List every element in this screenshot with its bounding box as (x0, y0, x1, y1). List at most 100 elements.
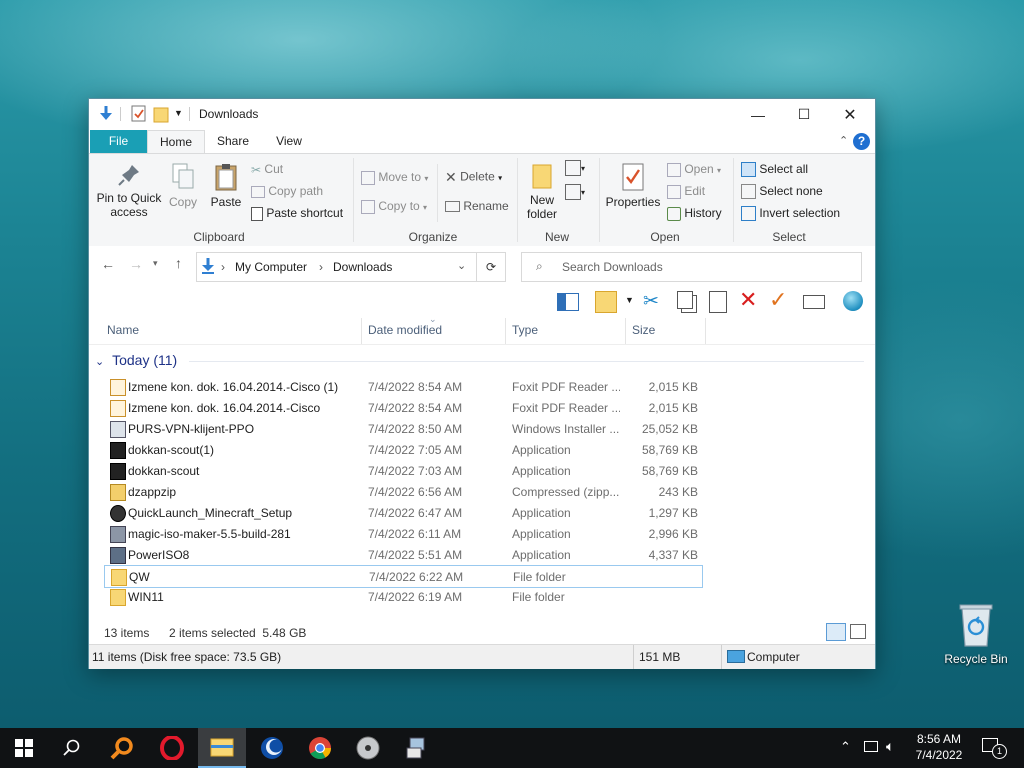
search-box[interactable]: ⌕ Search Downloads (521, 252, 862, 282)
rename-button[interactable]: Rename (445, 199, 509, 213)
paste-toolbar-icon[interactable] (709, 291, 727, 313)
address-bar[interactable]: › My Computer › Downloads ⌄ (196, 252, 477, 282)
group-header-today[interactable]: ⌄ Today (11) (95, 352, 177, 368)
action-center-button[interactable]: 1 (982, 738, 1007, 759)
taskbar-opera[interactable] (148, 728, 196, 768)
breadcrumb-my-computer[interactable]: My Computer (235, 260, 307, 274)
select-none-button[interactable]: Select none (741, 184, 823, 200)
taskbar-chrome[interactable] (296, 728, 344, 768)
copy-to-button[interactable]: Copy to ▾ (361, 199, 427, 214)
copy-toolbar-icon[interactable] (677, 291, 693, 309)
edit-button[interactable]: Edit (667, 184, 705, 199)
file-row[interactable]: QuickLaunch_Minecraft_Setup 7/4/2022 6:4… (104, 502, 701, 523)
copy-button[interactable]: Copy (167, 162, 199, 209)
file-row[interactable]: WIN11 7/4/2022 6:19 AM File folder (104, 586, 701, 607)
file-row[interactable]: magic-iso-maker-5.5-build-281 7/4/2022 6… (104, 523, 701, 544)
file-row[interactable]: dokkan-scout(1) 7/4/2022 7:05 AM Applica… (104, 439, 701, 460)
close-button[interactable]: ✕ (827, 99, 873, 130)
column-separator[interactable] (705, 318, 706, 344)
tab-file[interactable]: File (90, 130, 147, 153)
taskbar-disc-app[interactable] (344, 728, 392, 768)
network-icon[interactable] (864, 741, 878, 752)
history-icon (667, 206, 681, 221)
move-to-button[interactable]: Move to ▾ (361, 170, 428, 185)
paste-shortcut-button[interactable]: Paste shortcut (251, 206, 343, 221)
file-row[interactable]: PowerISO8 7/4/2022 5:51 AM Application 4… (104, 544, 701, 565)
back-button[interactable]: ← (101, 256, 115, 272)
desktop-icon-recycle-bin[interactable]: Recycle Bin (938, 600, 1014, 670)
minimize-button[interactable]: — (735, 99, 781, 130)
pdf-icon (110, 400, 126, 417)
column-type[interactable]: Type (512, 323, 538, 337)
taskbar-app-crescent[interactable] (248, 728, 296, 768)
cut-icon[interactable]: ✂ (643, 290, 659, 313)
file-row[interactable]: PURS-VPN-klijent-PPO 7/4/2022 8:50 AM Wi… (104, 418, 701, 439)
address-history-chevron[interactable]: ⌄ (457, 259, 466, 272)
new-item-button[interactable]: ▾ (565, 160, 585, 176)
installer-app-icon (406, 737, 425, 759)
column-size[interactable]: Size (632, 323, 655, 337)
start-button[interactable] (0, 728, 48, 768)
downloads-arrow-icon (100, 106, 112, 120)
volume-icon[interactable]: 🔈︎ (886, 738, 894, 755)
help-icon[interactable]: ? (853, 133, 870, 150)
tab-home[interactable]: Home (147, 130, 205, 153)
show-hidden-icons-chevron[interactable]: ⌃ (840, 739, 851, 755)
checkmark-icon[interactable]: ✓ (769, 287, 787, 313)
cut-button[interactable]: ✂ Cut (251, 162, 283, 177)
select-all-button[interactable]: Select all (741, 162, 808, 178)
taskbar-search-button[interactable] (48, 728, 96, 768)
view-options-chevron[interactable]: ▼ (625, 295, 634, 305)
file-type: Compressed (zipp... (512, 485, 620, 499)
paste-button[interactable]: Paste (207, 162, 245, 209)
invert-selection-button[interactable]: Invert selection (741, 206, 840, 222)
group-separator (599, 158, 600, 242)
folder-view-icon[interactable] (595, 291, 617, 313)
file-row[interactable]: dokkan-scout 7/4/2022 7:03 AM Applicatio… (104, 460, 701, 481)
properties-qat-icon[interactable] (131, 105, 147, 123)
clock[interactable]: 8:56 AM 7/4/2022 (912, 731, 966, 763)
forward-button[interactable]: → (129, 256, 143, 272)
preview-pane-icon[interactable] (557, 293, 579, 311)
file-row-selected[interactable]: QW 7/4/2022 6:22 AM File folder (104, 565, 703, 588)
delete-button[interactable]: ✕ Delete ▾ (445, 169, 502, 186)
navigation-bar: ← → ▾ ↑ › My Computer › Downloads ⌄ ⟳ ⌕ … (89, 246, 875, 286)
large-icons-view-icon[interactable] (850, 624, 866, 639)
taskbar-magnifier-app[interactable] (98, 728, 146, 768)
column-separator[interactable] (361, 318, 362, 344)
rename-toolbar-icon[interactable] (803, 295, 825, 309)
maximize-button[interactable]: ☐ (781, 99, 827, 130)
properties-button[interactable]: Properties (605, 162, 661, 209)
network-globe-icon[interactable] (843, 291, 863, 311)
pin-to-quick-access-button[interactable]: Pin to Quick access (95, 162, 163, 219)
new-folder-qat-icon[interactable] (153, 105, 169, 123)
history-button[interactable]: History (667, 206, 722, 221)
breadcrumb-downloads[interactable]: Downloads (333, 260, 392, 274)
easy-access-button[interactable]: ▾ (565, 184, 585, 200)
title-bar[interactable]: ▼ Downloads — ☐ ✕ (89, 99, 875, 130)
column-date-modified[interactable]: Date modified (368, 323, 442, 337)
file-row[interactable]: dzappzip 7/4/2022 6:56 AM Compressed (zi… (104, 481, 701, 502)
taskbar-installer-app[interactable] (392, 728, 440, 768)
copy-path-button[interactable]: Copy path (251, 184, 323, 198)
ribbon-collapse-chevron[interactable]: ⌃ (839, 134, 848, 147)
column-name[interactable]: Name (107, 323, 139, 337)
taskbar-file-explorer[interactable] (198, 728, 246, 768)
recent-locations-chevron[interactable]: ▾ (153, 258, 158, 269)
file-row[interactable]: Izmene kon. dok. 16.04.2014.-Cisco (1) 7… (104, 376, 701, 397)
new-item-icon (565, 160, 581, 176)
tab-share[interactable]: Share (207, 130, 259, 153)
select-none-icon (741, 184, 756, 200)
up-button[interactable]: ↑ (175, 255, 182, 271)
column-separator[interactable] (625, 318, 626, 344)
new-folder-button[interactable]: New folder (523, 162, 561, 221)
file-row[interactable]: Izmene kon. dok. 16.04.2014.-Cisco 7/4/2… (104, 397, 701, 418)
delete-red-x-icon[interactable]: ✕ (739, 287, 757, 313)
qat-customize-chevron[interactable]: ▼ (174, 108, 183, 118)
details-view-icon[interactable] (826, 623, 846, 641)
tab-view[interactable]: View (263, 130, 315, 153)
file-name: QuickLaunch_Minecraft_Setup (128, 506, 293, 520)
column-separator[interactable] (505, 318, 506, 344)
refresh-button[interactable]: ⟳ (477, 252, 506, 282)
open-button[interactable]: Open ▾ (667, 162, 721, 177)
